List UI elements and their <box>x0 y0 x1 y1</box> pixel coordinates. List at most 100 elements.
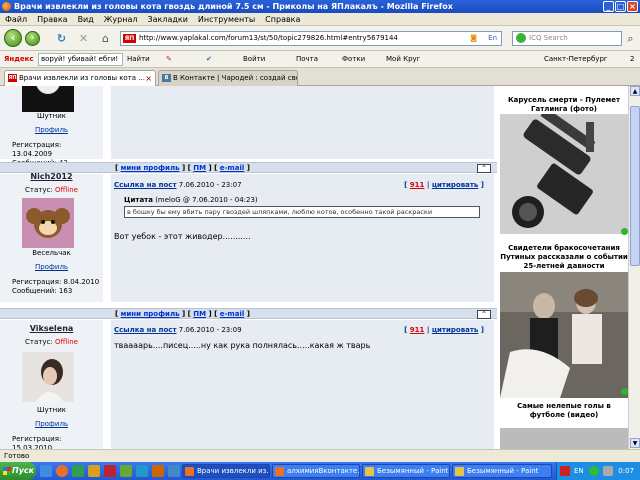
home-icon[interactable]: ⌂ <box>99 32 112 45</box>
menu-bar: Файл Правка Вид Журнал Закладки Инструменты Сп… <box>0 13 640 26</box>
yandex-search-input[interactable]: воруй! убивай! ебги! <box>38 53 123 66</box>
profile-link[interactable]: Профиль <box>0 126 103 134</box>
menu-view[interactable]: Вид <box>73 13 99 26</box>
forward-button[interactable]: › <box>25 31 40 46</box>
post-link[interactable]: Ссылка на пост <box>114 181 177 189</box>
quicklaunch-icon[interactable] <box>120 465 132 477</box>
pen-icon[interactable]: ✎ <box>166 51 172 68</box>
post-date: 7.06.2010 - 23:09 <box>178 326 242 334</box>
quote-text: в бошку бы ему вбить пару гвоздей шляпка… <box>124 206 480 218</box>
clock[interactable]: 0:07 <box>618 462 634 480</box>
search-input[interactable]: ICQ Search <box>512 31 622 46</box>
username[interactable]: Vikselena <box>0 324 103 333</box>
email-link[interactable]: e-mail <box>220 164 244 172</box>
ie-launch-icon[interactable] <box>40 465 52 477</box>
profile-link[interactable]: Профиль <box>0 420 103 428</box>
sidebar-news-title[interactable]: Самые нелепые голы в футболе (видео) <box>500 402 628 420</box>
sidebar-image-partial[interactable] <box>500 428 628 449</box>
taskbar-item-paint[interactable]: Безымянный - Paint <box>362 464 450 478</box>
menu-history[interactable]: Журнал <box>99 13 143 26</box>
window-title-bar[interactable]: Врачи извлекли из головы кота гвоздь дли… <box>0 0 640 13</box>
search-go-icon[interactable]: ⌕ <box>624 32 637 45</box>
maximize-button[interactable]: □ <box>615 1 626 12</box>
post-number[interactable]: 911 <box>410 181 425 189</box>
pm-link[interactable]: ПМ <box>193 164 206 172</box>
menu-bookmarks[interactable]: Закладки <box>142 13 192 26</box>
windows-flag-icon <box>3 467 11 475</box>
language-indicator[interactable]: EN <box>574 462 584 480</box>
yabar-mykrug[interactable]: Мой Круг <box>386 51 420 68</box>
post-text: тваааарь....писец.....ну как рука полнял… <box>114 341 371 350</box>
yandex-logo[interactable]: Яндекс <box>4 51 34 68</box>
navigation-toolbar: ‹ › ↻ ✕ ⌂ ЯП http://www.yaplakal.com/for… <box>0 26 640 51</box>
menu-help[interactable]: Справка <box>260 13 305 26</box>
opera-launch-icon[interactable] <box>104 465 116 477</box>
mini-profile-link[interactable]: мини профиль <box>121 164 180 172</box>
menu-file[interactable]: Файл <box>0 13 32 26</box>
close-button[interactable]: × <box>627 1 638 12</box>
quicklaunch-icon[interactable] <box>152 465 164 477</box>
quicklaunch-icon[interactable] <box>88 465 100 477</box>
scroll-down-icon[interactable]: ▼ <box>630 438 640 448</box>
yabar-weather-count[interactable]: 2 <box>630 51 634 68</box>
rss-icon[interactable]: ◙ <box>470 32 477 45</box>
quote-button[interactable]: цитировать <box>432 181 479 189</box>
quicklaunch-icon[interactable] <box>136 465 148 477</box>
username[interactable]: Nich2012 <box>0 172 103 181</box>
tab-favicon: ЯП <box>8 74 17 82</box>
tray-volume-icon[interactable] <box>603 466 613 476</box>
user-rank: Весельчак <box>32 249 71 257</box>
page-content[interactable]: Шутник Профиль Регистрация: 13.04.2009Со… <box>0 86 628 449</box>
post-actions: [ 911 | цитировать ] <box>404 326 484 334</box>
start-button[interactable]: Пуск <box>0 462 36 480</box>
icq-icon <box>516 33 526 43</box>
tab-label: В Контакте | Чародей : создай свою ... <box>173 74 297 82</box>
yabar-photos[interactable]: Фотки <box>342 51 365 68</box>
sidebar-image-wedding[interactable] <box>500 272 628 398</box>
avatar <box>22 86 74 112</box>
tab-vkontakte[interactable]: B В Контакте | Чародей : создай свою ... <box>158 70 298 86</box>
tray-network-icon[interactable] <box>589 466 599 476</box>
quicklaunch-icon[interactable] <box>72 465 84 477</box>
scroll-thumb[interactable] <box>630 106 640 266</box>
scroll-top-icon[interactable]: ^ <box>477 310 491 319</box>
tab-yaplakal[interactable]: ЯП Врачи извлекли из головы кота ... × <box>4 70 156 87</box>
reload-icon[interactable]: ↻ <box>55 32 68 45</box>
profile-link[interactable]: Профиль <box>0 263 103 271</box>
mini-profile-link[interactable]: мини профиль <box>121 310 180 318</box>
stop-icon[interactable]: ✕ <box>77 32 90 45</box>
yandex-query: воруй! убивай! ебги! <box>41 55 119 63</box>
post-header: Ссылка на пост 7.06.2010 - 23:07 [ 911 |… <box>114 181 492 189</box>
sidebar-image-gatling[interactable] <box>500 107 628 234</box>
yandex-find-button[interactable]: Найти <box>127 51 150 68</box>
minimize-button[interactable]: _ <box>603 1 614 12</box>
tray-app-icon[interactable] <box>560 466 570 476</box>
url-input[interactable]: ЯП http://www.yaplakal.com/forum13/st/50… <box>120 31 502 46</box>
yabar-mail[interactable]: Почта <box>296 51 318 68</box>
translate-icon[interactable]: En <box>488 32 497 45</box>
avatar <box>22 198 74 248</box>
scroll-up-icon[interactable]: ▲ <box>630 86 640 96</box>
back-button[interactable]: ‹ <box>4 29 22 47</box>
taskbar-item-paint[interactable]: Безымянный - Paint <box>452 464 552 478</box>
yabar-login[interactable]: Войти <box>243 51 265 68</box>
user-rank: Шутник <box>36 112 67 120</box>
pm-link[interactable]: ПМ <box>193 310 206 318</box>
yabar-city[interactable]: Санкт-Петербург <box>544 51 608 68</box>
scroll-top-icon[interactable]: ^ <box>477 164 491 173</box>
firefox-launch-icon[interactable] <box>56 465 68 477</box>
sidebar-news-title[interactable]: Свидетели бракосочетания Путиных рассказ… <box>500 244 628 271</box>
taskbar-item-firefox[interactable]: Врачи извлекли из... <box>182 464 270 478</box>
check-icon[interactable]: ✔ <box>206 51 212 68</box>
email-link[interactable]: e-mail <box>220 310 244 318</box>
quote-button[interactable]: цитировать <box>432 326 479 334</box>
quicklaunch-icon[interactable] <box>168 465 180 477</box>
sidebar-news-title[interactable]: Карусель смерти - Пулемет Гатлинга (фото… <box>500 96 628 114</box>
post-number[interactable]: 911 <box>410 326 425 334</box>
tab-close-icon[interactable]: × <box>145 72 152 86</box>
taskbar-item-alchemy[interactable]: алхимияВконтакте.r... <box>272 464 360 478</box>
vertical-scrollbar[interactable]: ▲ ▼ <box>628 86 640 449</box>
menu-tools[interactable]: Инструменты <box>193 13 260 26</box>
menu-edit[interactable]: Правка <box>32 13 72 26</box>
post-link[interactable]: Ссылка на пост <box>114 326 177 334</box>
